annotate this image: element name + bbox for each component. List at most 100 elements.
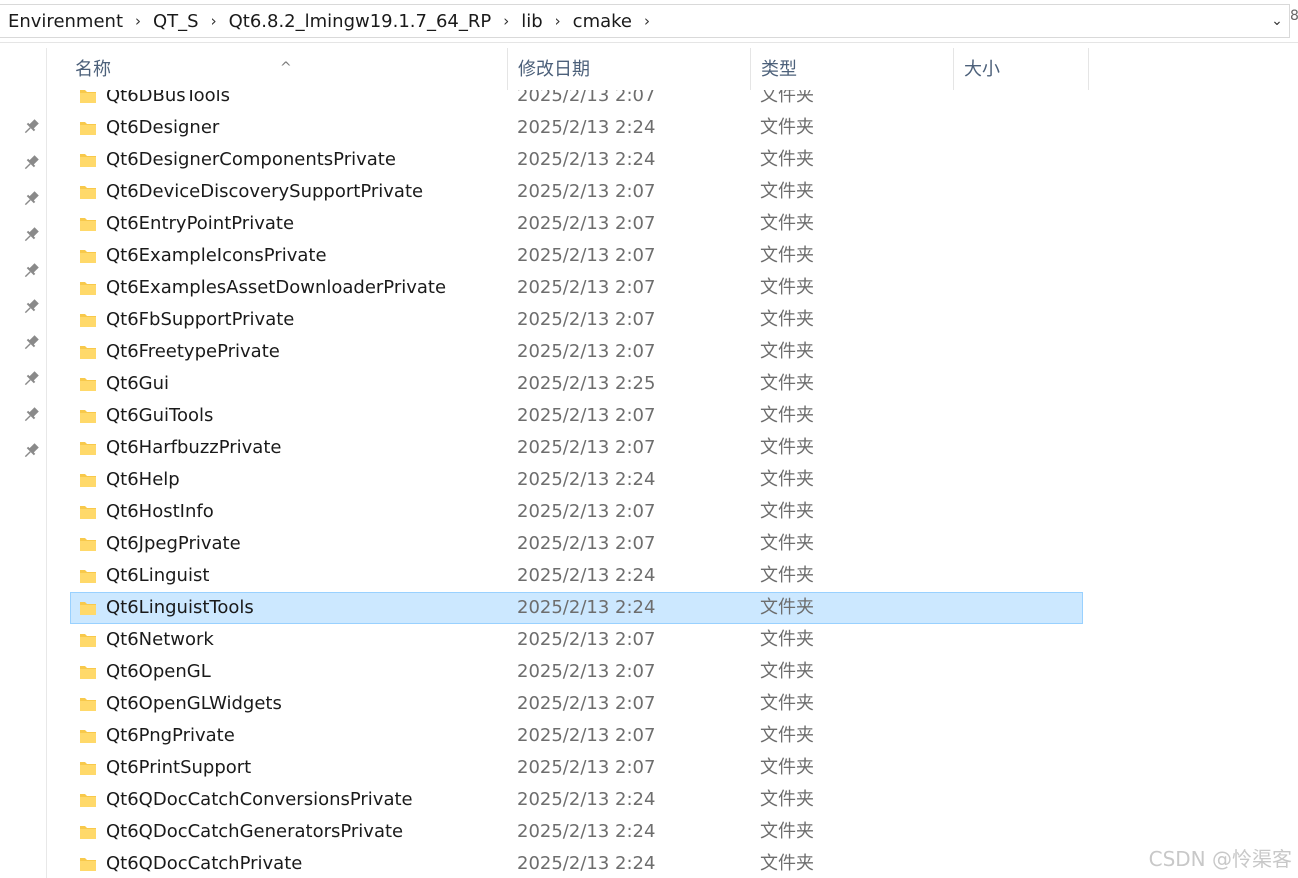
item-type: 文件夹 — [760, 853, 814, 874]
pin-icon[interactable] — [20, 224, 42, 246]
item-type: 文件夹 — [760, 245, 814, 266]
item-type: 文件夹 — [760, 405, 814, 426]
pin-icon[interactable] — [20, 332, 42, 354]
folder-icon — [79, 344, 97, 360]
list-item[interactable]: Qt6PrintSupport 2025/2/13 2:07 文件夹 — [70, 752, 1083, 784]
list-item[interactable]: Qt6QDocCatchPrivate 2025/2/13 2:24 文件夹 — [70, 848, 1083, 878]
item-type: 文件夹 — [760, 693, 814, 714]
list-item[interactable]: Qt6GuiTools 2025/2/13 2:07 文件夹 — [70, 400, 1083, 432]
pin-icon[interactable] — [20, 260, 42, 282]
pin-icon[interactable] — [20, 152, 42, 174]
pin-icon[interactable] — [20, 188, 42, 210]
item-type: 文件夹 — [760, 789, 814, 810]
item-name: Qt6QDocCatchConversionsPrivate — [106, 789, 413, 810]
item-date: 2025/2/13 2:07 — [517, 501, 656, 522]
list-item[interactable]: Qt6EntryPointPrivate 2025/2/13 2:07 文件夹 — [70, 208, 1083, 240]
chevron-right-icon[interactable]: › — [634, 12, 660, 30]
item-date: 2025/2/13 2:07 — [517, 405, 656, 426]
list-item[interactable]: Qt6FbSupportPrivate 2025/2/13 2:07 文件夹 — [70, 304, 1083, 336]
item-name: Qt6ExamplesAssetDownloaderPrivate — [106, 277, 447, 298]
item-date: 2025/2/13 2:24 — [517, 117, 656, 138]
breadcrumb-item[interactable]: cmake — [571, 11, 634, 32]
item-type: 文件夹 — [760, 437, 814, 458]
folder-icon — [79, 376, 97, 392]
address-bar: Envirenment › QT_S › Qt6.8.2_lmingw19.1.7_64… — [0, 0, 1298, 43]
list-item[interactable]: Qt6JpegPrivate 2025/2/13 2:07 文件夹 — [70, 528, 1083, 560]
item-date: 2025/2/13 2:25 — [517, 373, 656, 394]
chevron-down-icon[interactable]: ⌄ — [1265, 5, 1289, 37]
breadcrumb-item[interactable]: Envirenment — [6, 11, 125, 32]
folder-icon — [79, 408, 97, 424]
pin-icon[interactable] — [20, 440, 42, 462]
list-item[interactable]: Qt6OpenGL 2025/2/13 2:07 文件夹 — [70, 656, 1083, 688]
item-name: Qt6LinguistTools — [106, 597, 254, 618]
list-item[interactable]: Qt6ExamplesAssetDownloaderPrivate 2025/2/… — [70, 272, 1083, 304]
header-name[interactable]: 名称 ^ — [47, 48, 508, 90]
item-date: 2025/2/13 2:07 — [517, 629, 656, 650]
folder-icon — [79, 664, 97, 680]
header-date[interactable]: 修改日期 — [508, 48, 751, 90]
list-item[interactable]: Qt6Gui 2025/2/13 2:25 文件夹 — [70, 368, 1083, 400]
item-date: 2025/2/13 2:24 — [517, 149, 656, 170]
file-list: Qt6DBusTools 2025/2/13 2:07 文件夹 Qt6Designer… — [47, 90, 1298, 878]
item-type: 文件夹 — [760, 309, 814, 330]
list-item[interactable]: Qt6Help 2025/2/13 2:24 文件夹 — [70, 464, 1083, 496]
navigation-pane — [0, 48, 47, 878]
folder-icon — [79, 568, 97, 584]
item-name: Qt6Network — [106, 629, 214, 650]
chevron-right-icon[interactable]: › — [201, 12, 227, 30]
item-name: Qt6EntryPointPrivate — [106, 213, 295, 234]
item-name: Qt6ExampleIconsPrivate — [106, 245, 327, 266]
list-item[interactable]: Qt6DesignerComponentsPrivate 2025/2/13 2:… — [70, 144, 1083, 176]
chevron-right-icon[interactable]: › — [493, 12, 519, 30]
list-item[interactable]: Qt6PngPrivate 2025/2/13 2:07 文件夹 — [70, 720, 1083, 752]
list-item[interactable]: Qt6ExampleIconsPrivate 2025/2/13 2:07 文件夹 — [70, 240, 1083, 272]
item-date: 2025/2/13 2:24 — [517, 853, 656, 874]
folder-icon — [79, 312, 97, 328]
breadcrumb: Envirenment › QT_S › Qt6.8.2_lmingw19.1.7_64… — [0, 11, 660, 32]
list-item[interactable]: Qt6FreetypePrivate 2025/2/13 2:07 文件夹 — [70, 336, 1083, 368]
item-name: Qt6Gui — [106, 373, 170, 394]
list-item[interactable]: Qt6Linguist 2025/2/13 2:24 文件夹 — [70, 560, 1083, 592]
pin-icon[interactable] — [20, 404, 42, 426]
breadcrumb-item[interactable]: lib — [519, 11, 544, 32]
header-size[interactable]: 大小 — [954, 48, 1089, 90]
folder-icon — [79, 760, 97, 776]
list-item[interactable]: Qt6HarfbuzzPrivate 2025/2/13 2:07 文件夹 — [70, 432, 1083, 464]
chevron-right-icon[interactable]: › — [125, 12, 151, 30]
item-name: Qt6FreetypePrivate — [106, 341, 280, 362]
pin-icon[interactable] — [20, 116, 42, 138]
list-item[interactable]: Qt6LinguistTools 2025/2/13 2:24 文件夹 — [70, 592, 1083, 624]
item-name: Qt6Linguist — [106, 565, 210, 586]
item-type: 文件夹 — [760, 629, 814, 650]
list-item[interactable]: Qt6OpenGLWidgets 2025/2/13 2:07 文件夹 — [70, 688, 1083, 720]
pin-icon[interactable] — [20, 296, 42, 318]
list-item[interactable]: Qt6QDocCatchConversionsPrivate 2025/2/13 … — [70, 784, 1083, 816]
pin-icon[interactable] — [20, 368, 42, 390]
chevron-right-icon[interactable]: › — [545, 12, 571, 30]
folder-icon — [79, 696, 97, 712]
breadcrumb-item[interactable]: Qt6.8.2_lmingw19.1.7_64_RP — [227, 11, 494, 32]
folder-icon — [79, 280, 97, 296]
address-box[interactable]: Envirenment › QT_S › Qt6.8.2_lmingw19.1.7_64… — [0, 4, 1290, 38]
item-type: 文件夹 — [760, 821, 814, 842]
header-date-label: 修改日期 — [518, 59, 590, 80]
folder-icon — [79, 536, 97, 552]
list-item[interactable]: Qt6QDocCatchGeneratorsPrivate 2025/2/13 2… — [70, 816, 1083, 848]
item-type: 文件夹 — [760, 597, 814, 618]
item-name: Qt6OpenGL — [106, 661, 211, 682]
list-item[interactable]: Qt6Network 2025/2/13 2:07 文件夹 — [70, 624, 1083, 656]
header-type[interactable]: 类型 — [751, 48, 954, 90]
item-type: 文件夹 — [760, 469, 814, 490]
item-date: 2025/2/13 2:07 — [517, 437, 656, 458]
list-item[interactable]: Qt6Designer 2025/2/13 2:24 文件夹 — [70, 112, 1083, 144]
list-item[interactable]: Qt6DeviceDiscoverySupportPrivate 2025/2/1… — [70, 176, 1083, 208]
item-date: 2025/2/13 2:07 — [517, 341, 656, 362]
item-date: 2025/2/13 2:24 — [517, 821, 656, 842]
breadcrumb-item[interactable]: QT_S — [151, 11, 201, 32]
list-item[interactable]: Qt6DBusTools 2025/2/13 2:07 文件夹 — [70, 90, 1083, 112]
header-name-label: 名称 — [75, 59, 111, 80]
item-type: 文件夹 — [760, 565, 814, 586]
item-date: 2025/2/13 2:07 — [517, 725, 656, 746]
list-item[interactable]: Qt6HostInfo 2025/2/13 2:07 文件夹 — [70, 496, 1083, 528]
